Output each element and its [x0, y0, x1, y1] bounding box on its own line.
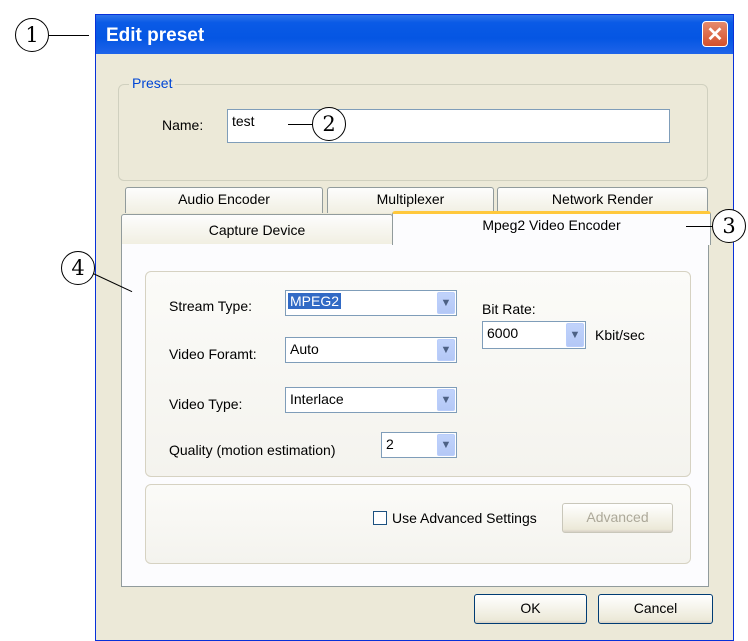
advanced-button-label: Advanced — [586, 509, 649, 525]
callout-4: 4 — [61, 251, 95, 285]
video-format-select[interactable]: Auto ▼ — [285, 337, 457, 363]
bit-rate-select[interactable]: 6000 ▼ — [482, 321, 586, 349]
video-format-value: Auto — [290, 341, 319, 357]
chevron-down-icon[interactable]: ▼ — [437, 292, 455, 314]
callout-3-leader — [686, 226, 714, 228]
bit-rate-unit: Kbit/sec — [595, 327, 645, 343]
video-type-select[interactable]: Interlace ▼ — [285, 387, 457, 413]
use-advanced-settings-label[interactable]: Use Advanced Settings — [392, 510, 537, 526]
video-type-label: Video Type: — [169, 396, 243, 412]
callout-3: 3 — [712, 209, 746, 243]
stream-type-label: Stream Type: — [169, 298, 253, 314]
quality-label: Quality (motion estimation) — [169, 442, 336, 458]
quality-value: 2 — [386, 436, 394, 452]
chevron-down-icon[interactable]: ▼ — [437, 339, 455, 361]
title-bar[interactable]: Edit preset ✕ — [96, 15, 733, 54]
callout-1: 1 — [15, 18, 49, 52]
close-button[interactable]: ✕ — [702, 21, 728, 47]
tab-mpeg2-video-encoder[interactable]: Mpeg2 Video Encoder — [392, 211, 711, 245]
tab-network-render-label: Network Render — [551, 191, 654, 207]
tab-multiplexer-label: Multiplexer — [376, 191, 445, 207]
tab-network-render[interactable]: Network Render — [497, 187, 708, 213]
edit-preset-dialog: Edit preset ✕ Preset Name: test Audio En… — [95, 14, 734, 641]
tab-multiplexer[interactable]: Multiplexer — [327, 187, 494, 213]
tab-audio-encoder-label: Audio Encoder — [178, 191, 270, 207]
cancel-button-label: Cancel — [633, 600, 678, 616]
ok-button[interactable]: OK — [474, 594, 587, 624]
tab-capture-device[interactable]: Capture Device — [121, 214, 393, 244]
stream-type-value: MPEG2 — [288, 293, 342, 309]
callout-2-leader — [288, 124, 313, 126]
quality-select[interactable]: 2 ▼ — [381, 432, 457, 458]
tab-audio-encoder[interactable]: Audio Encoder — [125, 187, 323, 213]
callout-1-leader — [49, 35, 89, 37]
cancel-button[interactable]: Cancel — [598, 594, 713, 624]
dialog-title: Edit preset — [106, 25, 205, 46]
name-input-value: test — [232, 113, 255, 129]
use-advanced-settings-checkbox[interactable] — [373, 511, 387, 525]
callout-2: 2 — [312, 107, 346, 141]
chevron-down-icon[interactable]: ▼ — [437, 389, 455, 411]
close-icon: ✕ — [706, 23, 724, 46]
chevron-down-icon[interactable]: ▼ — [437, 434, 455, 456]
bit-rate-value: 6000 — [487, 325, 519, 341]
name-label: Name: — [162, 117, 204, 133]
advanced-button[interactable]: Advanced — [562, 503, 673, 533]
bit-rate-label: Bit Rate: — [482, 301, 536, 317]
preset-group-legend: Preset — [129, 75, 176, 91]
name-input[interactable]: test — [227, 109, 670, 143]
ok-button-label: OK — [520, 600, 541, 616]
tab-mpeg2-video-encoder-label: Mpeg2 Video Encoder — [482, 217, 621, 233]
stream-type-select[interactable]: MPEG2 ▼ — [285, 290, 457, 316]
tab-capture-device-label: Capture Device — [208, 222, 306, 238]
video-format-label: Video Foramt: — [169, 346, 257, 362]
chevron-down-icon[interactable]: ▼ — [566, 323, 584, 347]
video-type-value: Interlace — [290, 391, 344, 407]
